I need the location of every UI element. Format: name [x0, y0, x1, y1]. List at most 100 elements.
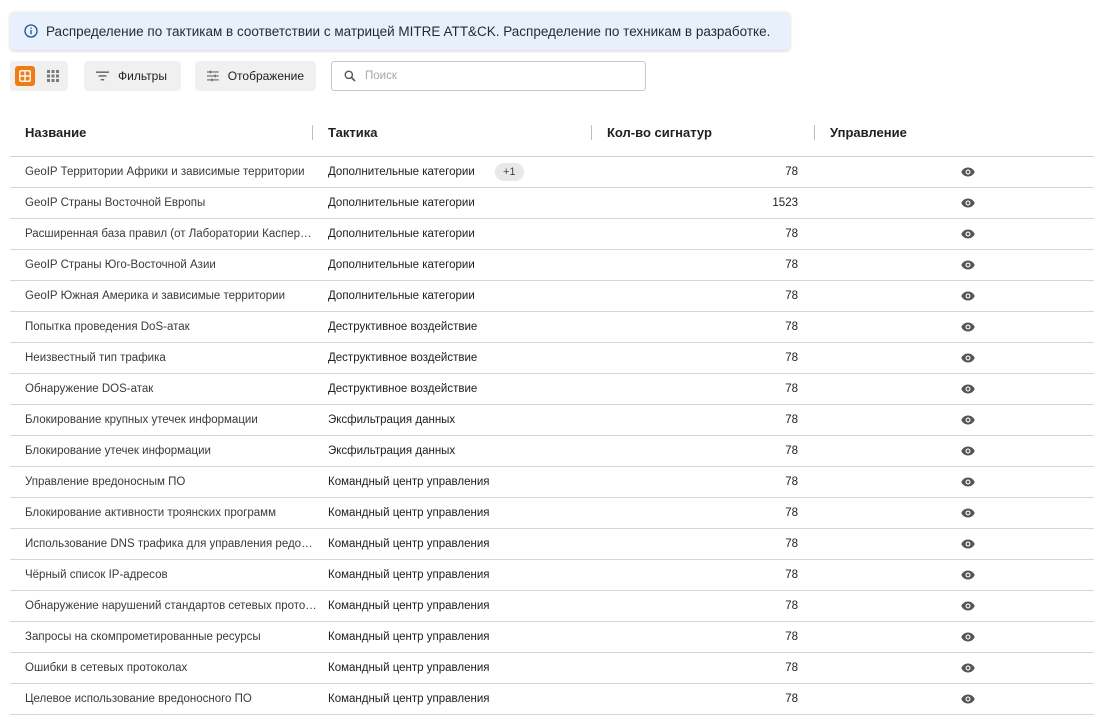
rule-name: GeoIP Страны Юго-Восточной Азии: [25, 259, 216, 271]
rule-tactic: Эксфильтрация данных: [328, 414, 456, 426]
table-row[interactable]: GeoIP Южная Америка и зависимые территор…: [10, 281, 1094, 312]
table-row[interactable]: Обнаружение нарушений стандартов сетевых…: [10, 591, 1094, 622]
rule-name: Целевое использование вредоносного ПО: [25, 693, 252, 705]
rule-tactic: Командный центр управления: [328, 662, 490, 674]
view-toggle: [10, 61, 68, 91]
rule-tactic: Командный центр управления: [328, 507, 490, 519]
table-row[interactable]: GeoIP Страны Юго-Восточной Азии Дополните…: [10, 250, 1094, 281]
rule-tactic: Эксфильтрация данных: [328, 445, 456, 457]
signature-count: 78: [785, 321, 798, 333]
table-row[interactable]: Использование DNS трафика для управления…: [10, 529, 1094, 560]
eye-icon[interactable]: [961, 198, 975, 208]
rule-tactic: Дополнительные категории: [328, 166, 475, 178]
column-divider[interactable]: [814, 125, 815, 140]
rule-tactic: Командный центр управления: [328, 476, 490, 488]
eye-icon[interactable]: [961, 601, 975, 611]
sliders-icon: [207, 70, 219, 82]
rule-tactic: Командный центр управления: [328, 569, 490, 581]
eye-icon[interactable]: [961, 570, 975, 580]
info-banner: Распределение по тактикам в соответствии…: [10, 12, 790, 50]
eye-icon[interactable]: [961, 539, 975, 549]
rule-tactic: Командный центр управления: [328, 631, 490, 643]
column-header-name[interactable]: Название: [25, 116, 86, 149]
table-row[interactable]: Обнаружение DOS-атак Деструктивное воздей…: [10, 374, 1094, 405]
table-row[interactable]: Расширенная база правил (от Лаборатории …: [10, 219, 1094, 250]
column-divider[interactable]: [591, 125, 592, 140]
table-row[interactable]: Попытка проведения DoS-атак Деструктивное…: [10, 312, 1094, 343]
table-row[interactable]: Чёрный список IP-адресов Командный центр …: [10, 560, 1094, 591]
toolbar: Фильтры Отображение: [10, 61, 670, 91]
rule-name: Блокирование активности троянских програ…: [25, 507, 276, 519]
rule-tactic: Командный центр управления: [328, 693, 490, 705]
rule-name: Обнаружение DOS-атак: [25, 383, 154, 395]
eye-icon[interactable]: [961, 663, 975, 673]
rule-name: Обнаружение нарушений стандартов сетевых…: [25, 600, 317, 612]
table-body: GeoIP Территории Африки и зависимые терр…: [10, 157, 1094, 715]
rule-tactic: Дополнительные категории: [328, 290, 475, 302]
signature-count: 78: [785, 352, 798, 364]
table-row[interactable]: Управление вредоносным ПО Командный центр…: [10, 467, 1094, 498]
rule-tactic: Деструктивное воздействие: [328, 383, 478, 395]
rule-name: Попытка проведения DoS-атак: [25, 321, 190, 333]
rule-name: Блокирование крупных утечек информации: [25, 414, 258, 426]
eye-icon[interactable]: [961, 384, 975, 394]
eye-icon[interactable]: [961, 632, 975, 642]
table-row[interactable]: GeoIP Страны Восточной Европы Дополнитель…: [10, 188, 1094, 219]
rule-tactic: Дополнительные категории: [328, 259, 475, 271]
rule-name: Блокирование утечек информации: [25, 445, 211, 457]
column-header-count[interactable]: Кол-во сигнатур: [607, 116, 712, 149]
rule-tactic: Командный центр управления: [328, 538, 490, 550]
info-icon: [24, 24, 38, 38]
grid-view-icon: [47, 70, 59, 82]
rule-tactic: Дополнительные категории: [328, 197, 475, 209]
table-view-button[interactable]: [15, 66, 35, 86]
display-label: Отображение: [227, 69, 304, 83]
eye-icon[interactable]: [961, 260, 975, 270]
eye-icon[interactable]: [961, 415, 975, 425]
signature-count: 78: [785, 414, 798, 426]
rule-name: Неизвестный тип трафика: [25, 352, 166, 364]
signature-count: 78: [785, 662, 798, 674]
table-row[interactable]: GeoIP Территории Африки и зависимые терр…: [10, 157, 1094, 188]
eye-icon[interactable]: [961, 291, 975, 301]
table-row[interactable]: Блокирование утечек информации Эксфильтра…: [10, 436, 1094, 467]
rule-name: Управление вредоносным ПО: [25, 476, 186, 488]
signature-count: 78: [785, 600, 798, 612]
signature-count: 78: [785, 259, 798, 271]
eye-icon[interactable]: [961, 229, 975, 239]
signature-count: 1523: [772, 197, 798, 209]
table-row[interactable]: Запросы на скомпрометированные ресурсы Ко…: [10, 622, 1094, 653]
eye-icon[interactable]: [961, 353, 975, 363]
signature-count: 78: [785, 290, 798, 302]
eye-icon[interactable]: [961, 322, 975, 332]
table-row[interactable]: Целевое использование вредоносного ПО Ком…: [10, 684, 1094, 715]
eye-icon[interactable]: [961, 167, 975, 177]
info-banner-text: Распределение по тактикам в соответствии…: [46, 23, 771, 39]
search-box: [331, 61, 646, 91]
eye-icon[interactable]: [961, 446, 975, 456]
rules-table: Название Тактика Кол-во сигнатур Управле…: [10, 116, 1094, 715]
table-view-icon: [19, 70, 31, 82]
tactic-more-badge[interactable]: +1: [495, 163, 524, 181]
table-row[interactable]: Блокирование крупных утечек информации Эк…: [10, 405, 1094, 436]
table-row[interactable]: Блокирование активности троянских програ…: [10, 498, 1094, 529]
table-row[interactable]: Неизвестный тип трафика Деструктивное воз…: [10, 343, 1094, 374]
grid-view-button[interactable]: [43, 66, 63, 86]
eye-icon[interactable]: [961, 477, 975, 487]
eye-icon[interactable]: [961, 694, 975, 704]
table-row[interactable]: Ошибки в сетевых протоколах Командный цен…: [10, 653, 1094, 684]
filters-button[interactable]: Фильтры: [84, 61, 181, 91]
rule-name: GeoIP Территории Африки и зависимые терр…: [25, 166, 305, 178]
rule-name: Использование DNS трафика для управления…: [25, 538, 317, 550]
column-header-tactic[interactable]: Тактика: [328, 116, 377, 149]
signature-count: 78: [785, 569, 798, 581]
signature-count: 78: [785, 507, 798, 519]
signature-count: 78: [785, 445, 798, 457]
signature-count: 78: [785, 693, 798, 705]
rule-name: GeoIP Южная Америка и зависимые территор…: [25, 290, 286, 302]
display-settings-button[interactable]: Отображение: [195, 61, 316, 91]
eye-icon[interactable]: [961, 508, 975, 518]
search-input[interactable]: [365, 70, 625, 82]
rule-name: Расширенная база правил (от Лаборатории …: [25, 228, 317, 240]
column-divider[interactable]: [312, 125, 313, 140]
